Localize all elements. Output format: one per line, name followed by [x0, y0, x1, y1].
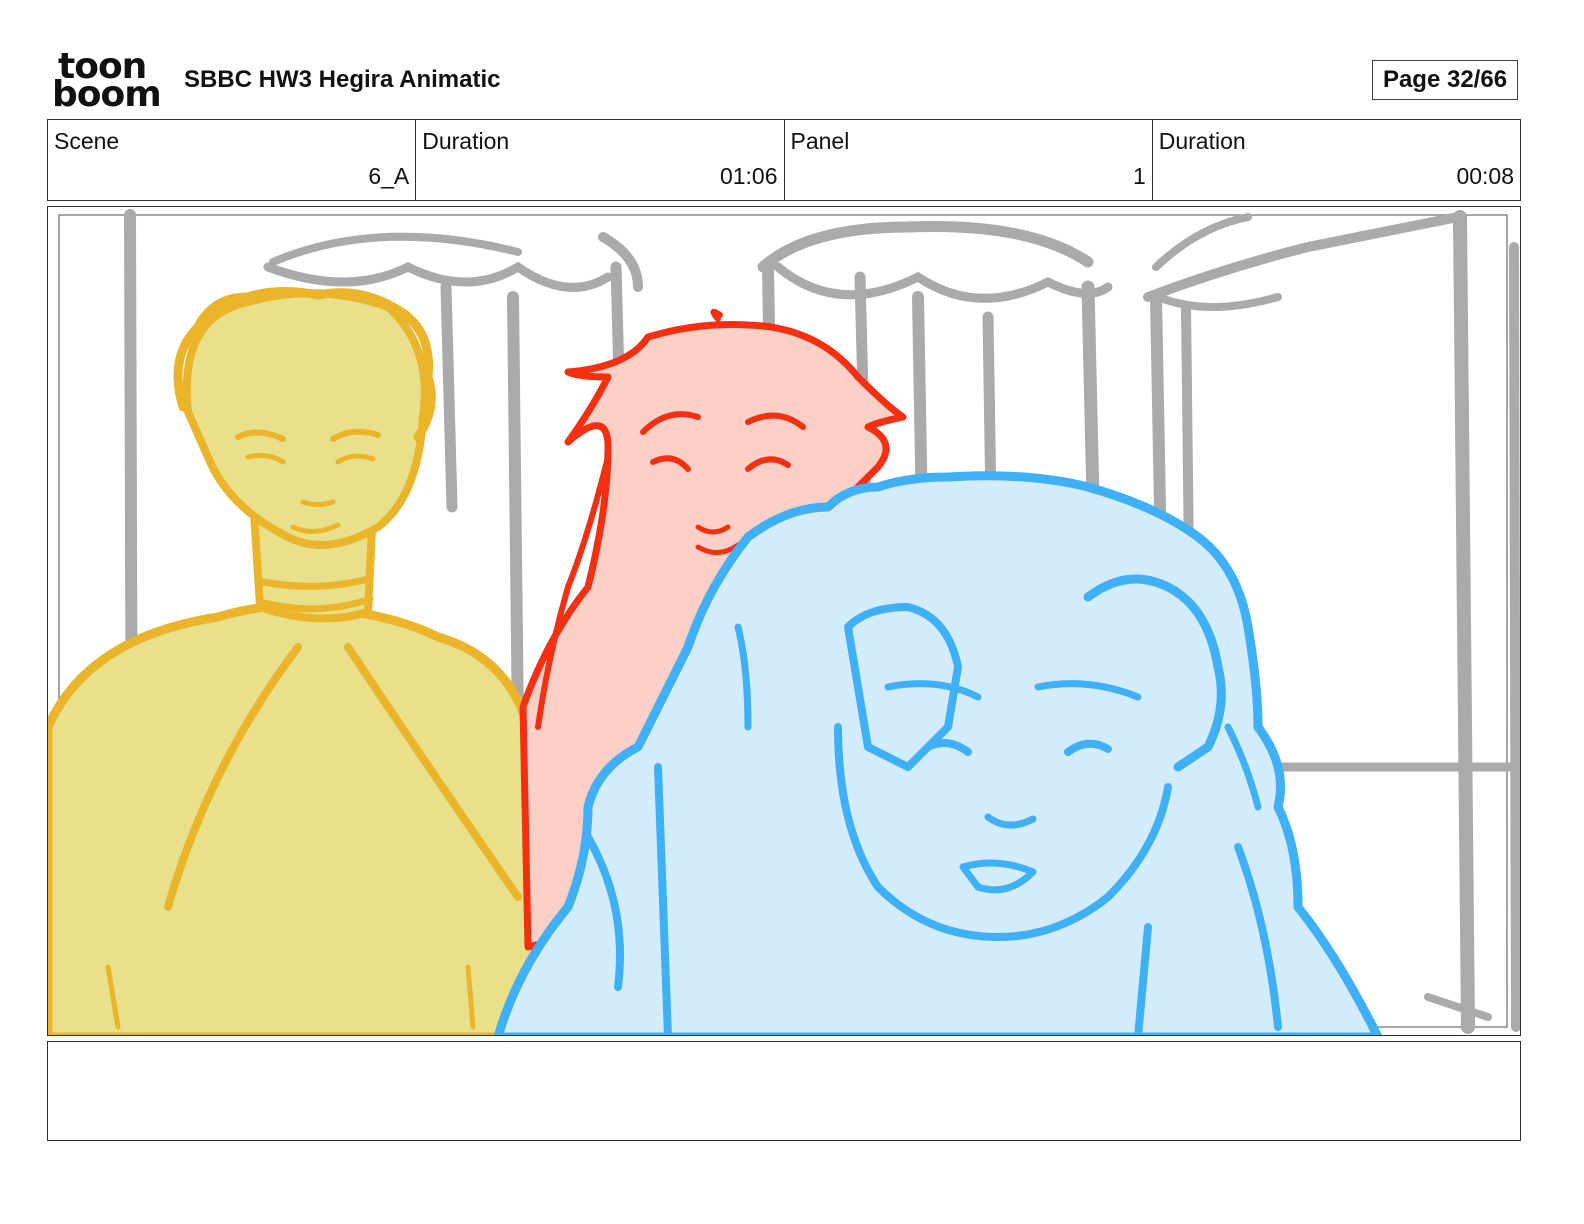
scene-duration-label: Duration	[422, 128, 510, 154]
caption-box	[47, 1041, 1521, 1141]
panel-duration-cell: Duration 00:08	[1153, 120, 1520, 200]
scene-duration-cell: Duration 01:06	[416, 120, 785, 200]
document-title: SBBC HW3 Hegira Animatic	[184, 66, 501, 93]
scene-duration-value: 01:06	[719, 163, 778, 189]
toon-boom-logo: toon boom	[52, 49, 162, 115]
panel-drawing	[48, 209, 1520, 1035]
scene-cell: Scene 6_A	[48, 120, 417, 200]
scene-value: 6_A	[368, 163, 410, 189]
page-number: Page 32/66	[1372, 60, 1518, 100]
panel-duration-label: Duration	[1158, 128, 1246, 154]
panel-cell: Panel 1	[785, 120, 1153, 200]
scene-label: Scene	[54, 128, 120, 154]
panel-value: 1	[1132, 163, 1146, 189]
panel-info-bar: Scene 6_A Duration 01:06 Panel 1 Duratio…	[47, 119, 1521, 201]
panel-duration-value: 00:08	[1456, 163, 1514, 189]
panel-label: Panel	[790, 128, 850, 154]
logo-line-2: boom	[52, 74, 162, 115]
storyboard-panel-image	[47, 206, 1521, 1036]
